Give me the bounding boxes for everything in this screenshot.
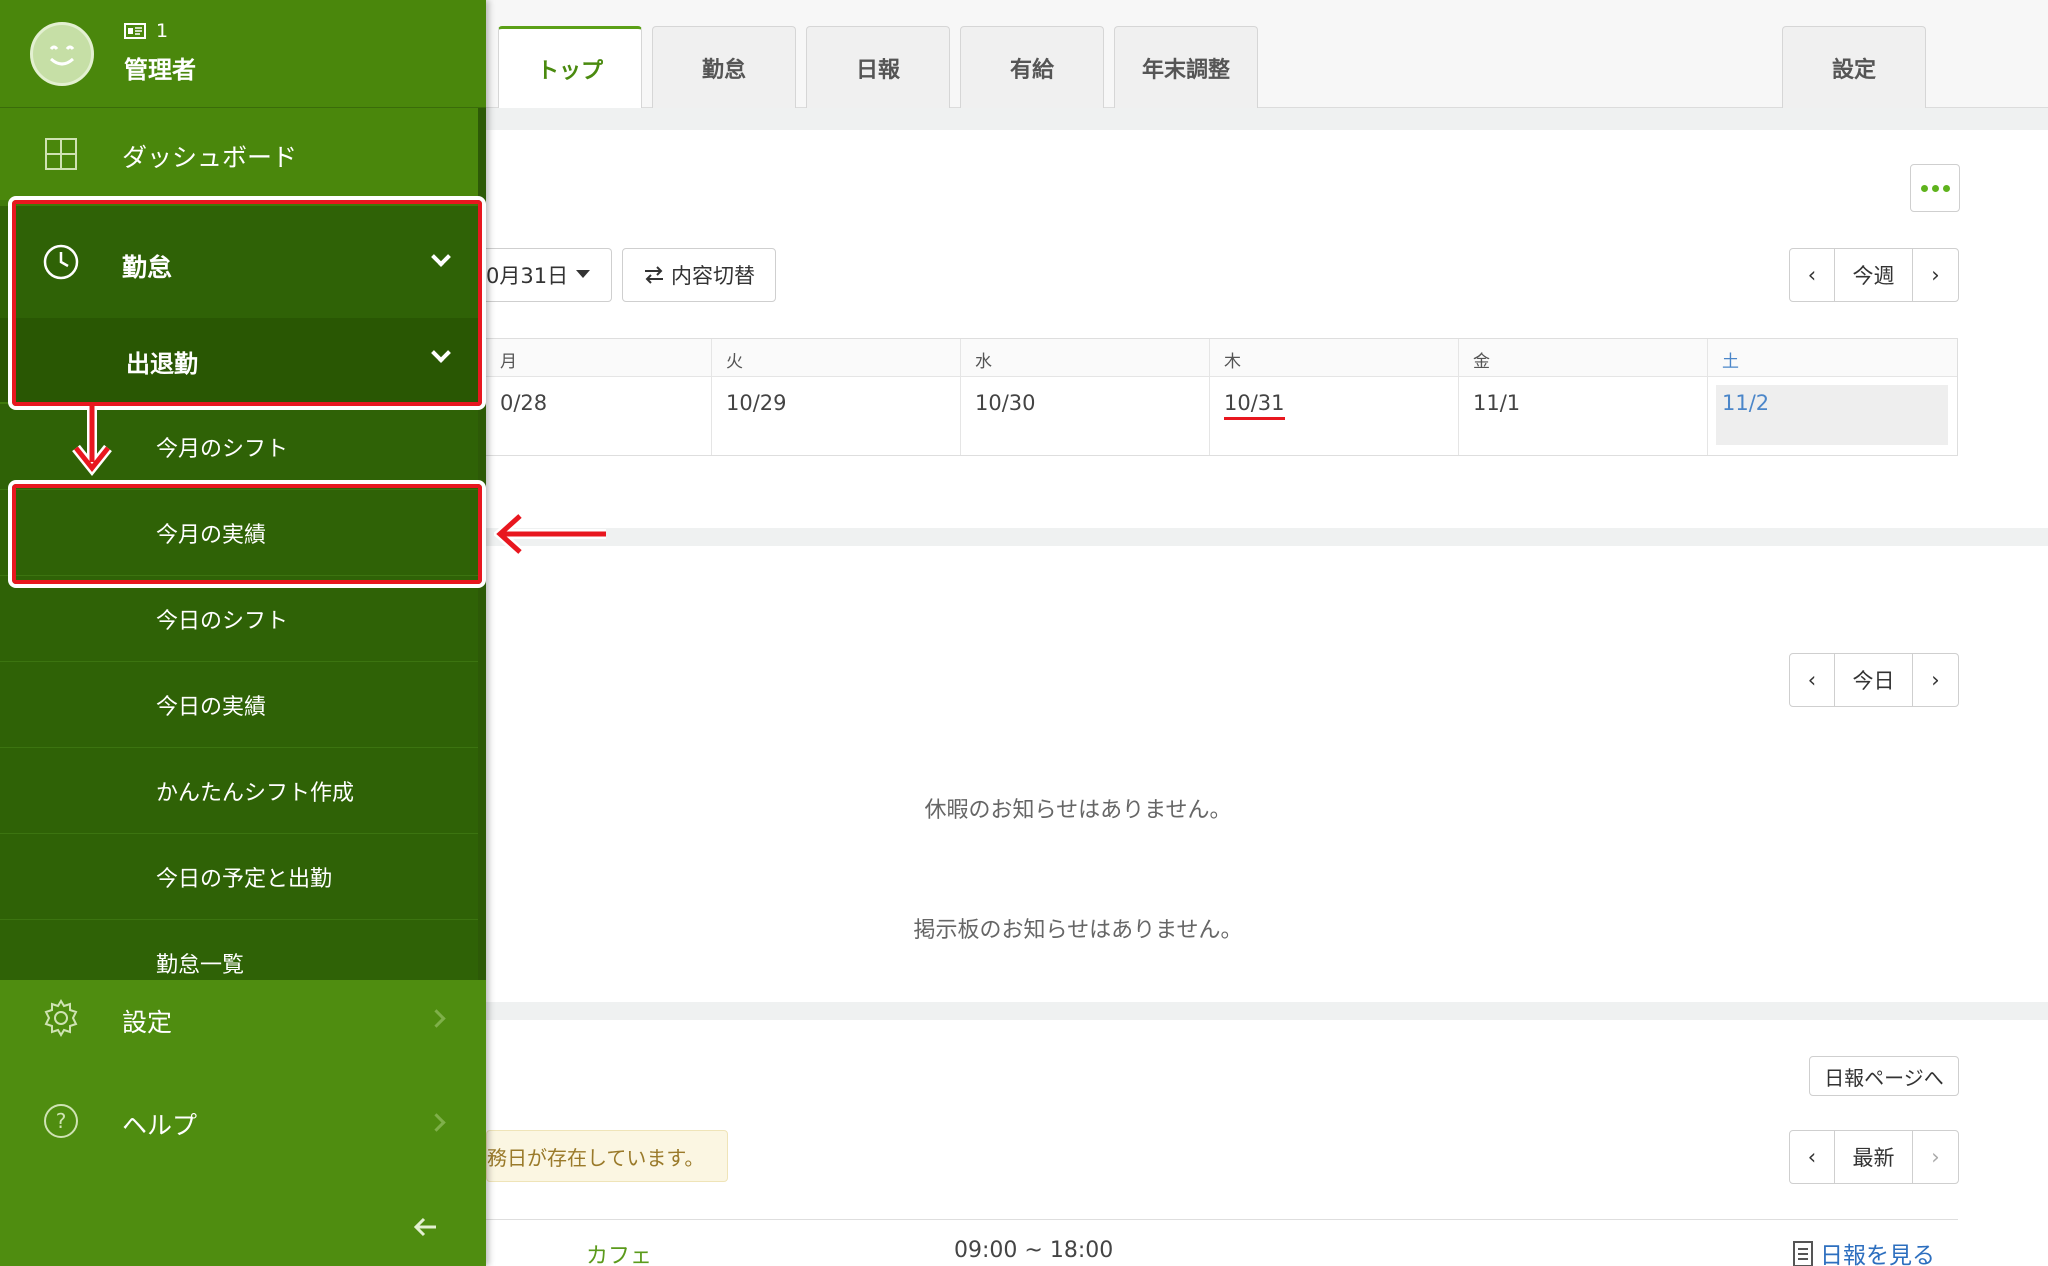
calendar-day-cell-saturday[interactable]: 11/2	[1708, 377, 1957, 455]
next-day-button[interactable]: ›	[1913, 654, 1958, 706]
sidebar-item-settings[interactable]: 設定	[0, 980, 486, 1080]
sidebar-subitem-today-shift[interactable]: 今日のシフト	[0, 576, 478, 662]
help-circle-icon: ?	[44, 1104, 78, 1138]
tab-top[interactable]: トップ	[498, 26, 642, 109]
tab-settings[interactable]: 設定	[1782, 26, 1926, 108]
swap-arrows-icon	[645, 266, 663, 284]
next-report-button[interactable]: ›	[1913, 1131, 1958, 1183]
tab-daily-report[interactable]: 日報	[806, 26, 950, 108]
today-button[interactable]: 今日	[1835, 654, 1913, 706]
tab-attendance[interactable]: 勤怠	[652, 26, 796, 108]
chevron-right-icon: ›	[1931, 263, 1940, 287]
date-select[interactable]: 0月31日	[486, 248, 612, 302]
latest-report-button[interactable]: 最新	[1835, 1131, 1913, 1183]
weekday-header-saturday: 土	[1722, 352, 1739, 372]
week-nav: ‹ 今週 ›	[1789, 248, 1959, 302]
highlight-box-attendance	[12, 200, 482, 406]
calendar-day-cell[interactable]: 10/29	[712, 377, 961, 455]
this-week-button[interactable]: 今週	[1835, 249, 1913, 301]
arrow-left-icon[interactable]	[412, 1216, 438, 1238]
dashboard-grid-icon	[45, 138, 77, 170]
sidebar-subitem-today-actual[interactable]: 今日の実績	[0, 662, 478, 748]
content-toggle-button[interactable]: 内容切替	[622, 248, 776, 302]
user-name: 管理者	[124, 56, 196, 84]
board-notice: 掲示板のお知らせはありません。	[913, 918, 1243, 943]
document-icon	[1793, 1241, 1813, 1266]
prev-report-button[interactable]: ‹	[1790, 1131, 1835, 1183]
highlight-box-monthly-actual	[12, 484, 482, 584]
more-options-button[interactable]	[1910, 164, 1960, 212]
view-report-label: 日報を見る	[1820, 1243, 1935, 1266]
content-toggle-label: 内容切替	[671, 264, 755, 288]
weekday-header: 火	[712, 339, 961, 376]
prev-day-button[interactable]: ‹	[1790, 654, 1835, 706]
tab-year-end-adjustment[interactable]: 年末調整	[1114, 26, 1258, 108]
day-date: 0/28	[500, 391, 548, 415]
sidebar-bottom-menu: 設定 ? ヘルプ	[0, 980, 486, 1266]
top-tab-bar: トップ 勤怠 日報 有給 年末調整 設定	[486, 0, 2048, 109]
chevron-left-icon: ‹	[1807, 668, 1817, 692]
sidebar-item-dashboard[interactable]: ダッシュボード	[0, 108, 486, 200]
report-store: カフェ	[586, 1244, 653, 1266]
section-divider	[486, 1002, 2048, 1020]
day-date: 10/29	[726, 391, 787, 415]
weekday-header: 金	[1459, 339, 1708, 376]
prev-week-button[interactable]: ‹	[1790, 249, 1835, 301]
calendar-day-cell-today[interactable]: 10/31	[1210, 377, 1459, 455]
left-arrow-annotation	[494, 512, 606, 556]
section-divider	[486, 528, 2048, 546]
user-header: 1 管理者	[0, 0, 486, 108]
user-id-row: 1	[124, 20, 168, 42]
sidebar-item-help[interactable]: ? ヘルプ	[0, 1080, 486, 1180]
vacation-notice: 休暇のお知らせはありません。	[924, 798, 1232, 823]
smiley-face-icon	[49, 45, 75, 66]
chevron-left-icon: ‹	[1807, 1145, 1817, 1169]
weekday-header: 月	[486, 339, 712, 376]
day-date: 11/1	[1473, 391, 1521, 415]
dot-icon	[1920, 184, 1928, 192]
sidebar-subitem-today-plan-attendance[interactable]: 今日の予定と出勤	[0, 834, 478, 920]
chevron-left-icon: ‹	[1807, 263, 1817, 287]
section-divider	[486, 108, 2048, 130]
weekday-header: 木	[1210, 339, 1459, 376]
calendar-day-cell[interactable]: 10/30	[961, 377, 1210, 455]
day-date-saturday: 11/2	[1722, 391, 1770, 415]
row-divider	[486, 1219, 1958, 1220]
day-date: 10/30	[975, 391, 1036, 415]
gear-icon	[44, 999, 78, 1037]
chevron-right-icon: ›	[1931, 668, 1940, 692]
chevron-right-icon: ›	[1931, 1145, 1940, 1169]
day-date-today: 10/31	[1224, 391, 1285, 420]
warning-text: 務日が存在しています。	[487, 1145, 705, 1170]
report-nav: ‹ 最新 ›	[1789, 1130, 1959, 1184]
sidebar-item-label: ダッシュボード	[122, 143, 298, 172]
down-arrow-annotation	[72, 406, 112, 477]
report-page-link[interactable]: 日報ページへ	[1809, 1056, 1959, 1096]
calendar-day-cell[interactable]: 0/28	[486, 377, 712, 455]
main-content: トップ 勤怠 日報 有給 年末調整 設定 0月31日 内容切替 ‹ 今週 › 月…	[486, 0, 2048, 1266]
sidebar-subitem-easy-shift-create[interactable]: かんたんシフト作成	[0, 748, 478, 834]
id-card-icon	[124, 23, 146, 39]
view-report-link[interactable]: 日報を見る	[1792, 1236, 1935, 1266]
chevron-right-icon	[427, 1009, 446, 1028]
dot-icon	[1942, 184, 1950, 192]
warning-message: 務日が存在しています。	[486, 1130, 728, 1182]
date-select-label: 0月31日	[486, 264, 569, 288]
next-week-button[interactable]: ›	[1913, 249, 1958, 301]
sidebar-item-label: ヘルプ	[122, 1111, 198, 1140]
user-id: 1	[156, 20, 169, 42]
weekday-header: 水	[961, 339, 1210, 376]
svg-text:?: ?	[56, 1109, 67, 1133]
tab-paid-leave[interactable]: 有給	[960, 26, 1104, 108]
dot-icon	[1931, 184, 1939, 192]
sidebar: 1 管理者 ダッシュボード 勤怠 出退勤 今月のシフト 今月の実績 今日のシフト…	[0, 0, 486, 1266]
chevron-right-icon	[427, 1113, 446, 1132]
sidebar-item-label: 設定	[122, 1008, 173, 1037]
report-time: 09:00 ~ 18:00	[954, 1238, 1114, 1263]
caret-down-icon	[576, 270, 591, 278]
calendar-day-cell[interactable]: 11/1	[1459, 377, 1708, 455]
avatar[interactable]	[30, 22, 94, 86]
week-calendar: 月 火 水 木 金 土 0/28 10/29 10/30 10/31 11/1 …	[486, 338, 1958, 456]
day-nav: ‹ 今日 ›	[1789, 653, 1959, 707]
